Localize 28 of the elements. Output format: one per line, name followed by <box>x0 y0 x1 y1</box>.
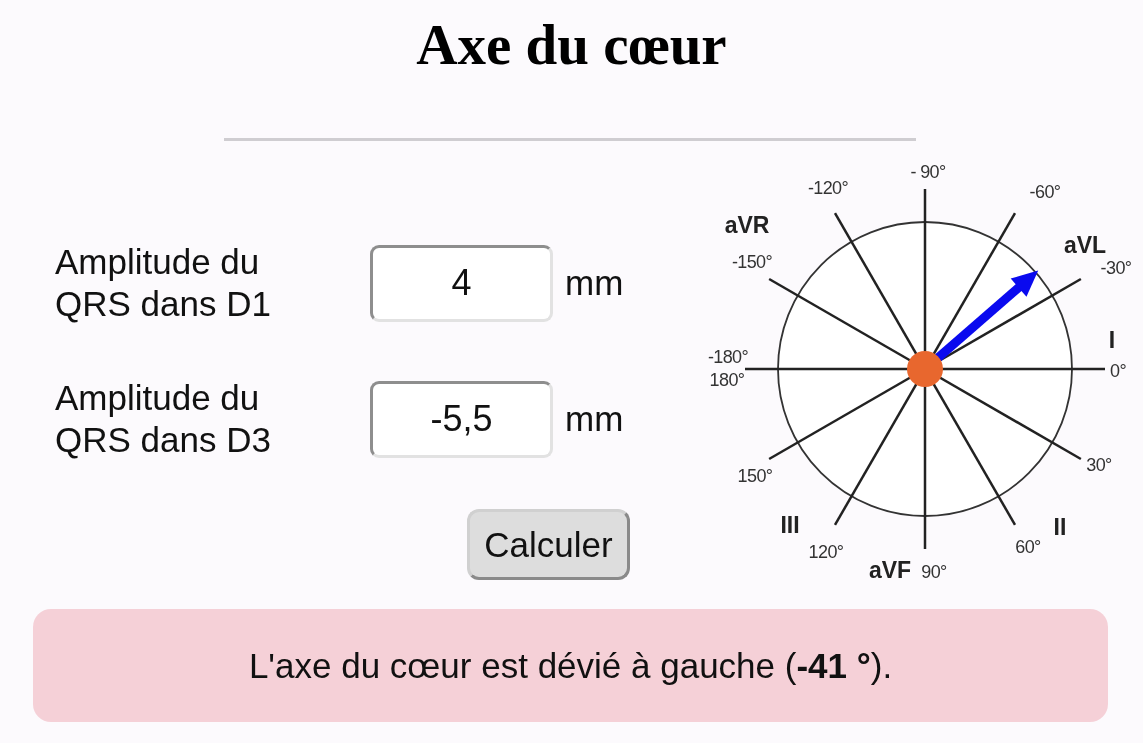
unit-label: mm <box>565 263 625 303</box>
amplitude-input[interactable]: -5,5 <box>370 380 553 458</box>
lead-label: aVR <box>724 212 770 238</box>
angle-label: -30° <box>1100 258 1132 278</box>
angle-label: 120° <box>808 542 844 562</box>
angle-label: -60° <box>1029 182 1061 202</box>
angle-label: 150° <box>737 466 773 486</box>
angle-label: -120° <box>807 178 849 198</box>
angle-label: 60° <box>1015 537 1041 557</box>
page-title: Axe du cœur <box>416 12 727 78</box>
field-label: Amplitude du QRS dans D3 <box>55 377 272 461</box>
angle-label: -150° <box>731 252 773 272</box>
lead-label: I <box>1108 327 1116 353</box>
lead-label: III <box>780 512 800 538</box>
lead-label: aVL <box>1063 232 1107 258</box>
amplitude-input[interactable]: 4 <box>370 244 553 322</box>
calculate-button[interactable]: Calculer <box>467 509 630 580</box>
angle-label: 0° <box>1110 361 1126 381</box>
angle-label: -180° <box>707 347 749 367</box>
unit-label: mm <box>565 399 625 439</box>
result-text: L'axe du cœur est dévié à gauche (-41 °). <box>248 645 893 686</box>
angle-label: 180° <box>709 370 745 390</box>
lead-label: II <box>1053 514 1067 540</box>
angle-label: 90° <box>921 562 947 582</box>
angle-label: 30° <box>1086 455 1112 475</box>
lead-label: aVF <box>868 557 912 583</box>
angle-label: - 90° <box>910 162 946 182</box>
field-label: Amplitude du QRS dans D1 <box>55 241 272 325</box>
